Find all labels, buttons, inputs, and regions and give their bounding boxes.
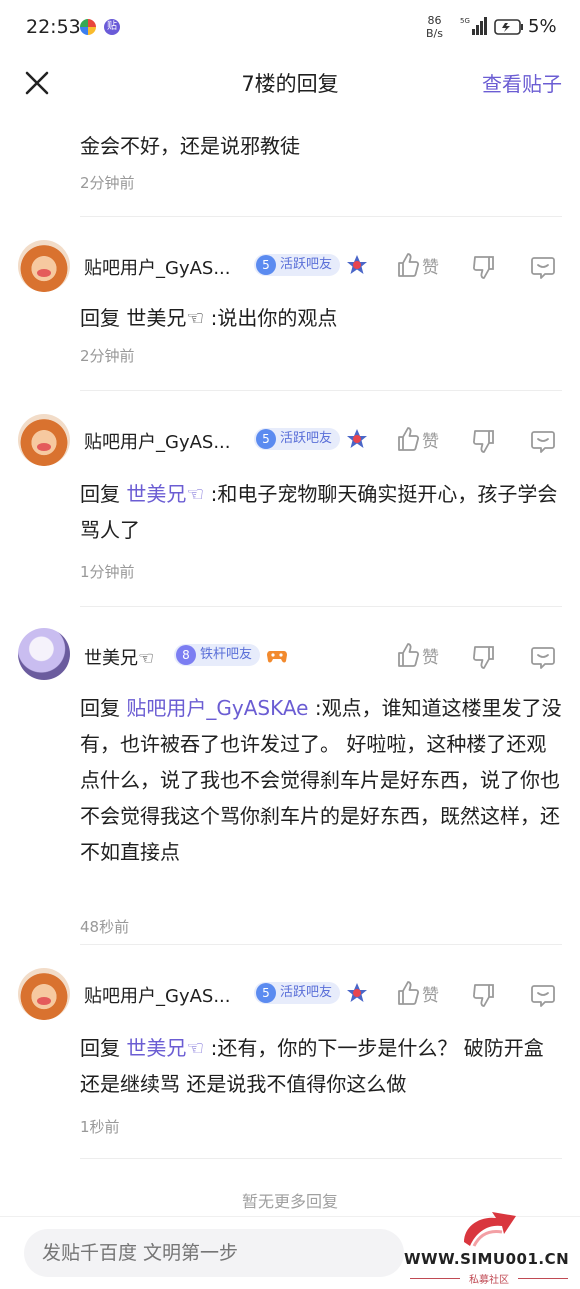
username[interactable]: 贴吧用户_GyAS... [84,428,231,454]
reply-time: 2分钟前 [80,347,135,365]
avatar[interactable] [18,968,70,1020]
reply-to-user[interactable]: 贴吧用户_GyASKAe [126,696,308,720]
comment-icon[interactable] [530,254,556,280]
status-time: 22:53 [26,16,81,38]
thumb-up-icon [398,427,420,451]
level-number: 5 [256,255,276,275]
reply-prefix: 回复 [80,1036,127,1060]
reply-item: 贴吧用户_GyAS... 5 活跃吧友 赞 回复 世美兄☜ :说出你的观点 2分… [0,216,580,381]
header: 7楼的回复 查看贴子 [0,56,580,108]
comment-icon[interactable] [530,428,556,454]
username[interactable]: 贴吧用户_GyAS... [84,254,231,280]
divider [80,390,562,391]
like-button[interactable]: 赞 [396,252,439,278]
avatar[interactable] [18,628,70,680]
level-badge: 5 活跃吧友 [254,428,341,450]
level-badge: 5 活跃吧友 [254,982,341,1004]
status-bar: 22:53 贴 86 B/s 5G 5% [0,0,580,56]
reply-time: 48秒前 [80,918,130,936]
level-badge: 5 活跃吧友 [254,254,341,276]
reply-to-user[interactable]: 世美兄☜ [126,482,204,506]
reply-time: 1分钟前 [80,563,135,581]
username[interactable]: 贴吧用户_GyAS... [84,982,231,1008]
reply-body: 回复 贴吧用户_GyASKAe :观点，谁知道这楼里发了没有，也许被吞了也许发过… [80,690,562,870]
battery-level: 5% [528,16,557,37]
username[interactable]: 世美兄☜ [84,644,154,670]
divider [80,1158,562,1159]
reply-item: 世美兄☜ 8 铁杆吧友 赞 回复 贴吧用户_GyASKAe :观点，谁知道这楼里… [0,606,580,958]
reply-body: 回复 世美兄☜ :和电子宠物聊天确实挺开心，孩子学会骂人了 [80,476,562,548]
reply-text: :观点，谁知道这楼里发了没有，也许被吞了也许发过了。 好啦啦，这种楼了还观点什么… [80,696,562,864]
reply-prefix: 回复 [80,306,127,330]
reply-prefix: 回复 [80,696,127,720]
comment-icon[interactable] [530,982,556,1008]
level-number: 8 [176,645,196,665]
battery-icon [494,19,523,35]
reply-prefix: 回复 [80,482,127,506]
level-number: 5 [256,983,276,1003]
network-speed: 86 B/s [426,14,443,40]
medal-icon [347,429,367,448]
medal-icon [347,983,367,1002]
signal-icon: 5G [460,17,487,35]
level-title: 活跃吧友 [280,985,333,1000]
thumb-down-icon[interactable] [472,254,496,280]
like-button[interactable]: 赞 [396,980,439,1006]
reply-body: 回复 世美兄☜ :说出你的观点 [80,300,562,336]
reply-text: :说出你的观点 [204,306,338,330]
thumb-down-icon[interactable] [472,428,496,454]
reply-item: 贴吧用户_GyAS... 5 活跃吧友 赞 回复 世美兄☜ :和电子宠物聊天确实… [0,390,580,605]
avatar[interactable] [18,414,70,466]
level-number: 5 [256,429,276,449]
watermark-subtitle: 私募社区 [404,1271,574,1286]
reply-item: 贴吧用户_GyAS... 5 活跃吧友 赞 回复 世美兄☜ :还有，你的下一步是… [0,944,580,1159]
divider [80,216,562,217]
svg-text:5G: 5G [460,17,470,25]
reply-to-user[interactable]: 世美兄☜ [126,306,204,330]
divider [80,606,562,607]
network-speed-value: 86 [427,14,442,27]
thumb-up-icon [398,253,420,277]
level-badge: 8 铁杆吧友 [174,644,261,666]
watermark-site: WWW.SIMU001.CN [404,1250,570,1268]
partial-reply-time: 2分钟前 [80,174,135,192]
level-title: 活跃吧友 [280,431,333,446]
like-button[interactable]: 赞 [396,642,439,668]
view-post-link[interactable]: 查看贴子 [482,68,562,97]
gamepad-icon [267,651,287,663]
comment-icon[interactable] [530,644,556,670]
level-title: 铁杆吧友 [200,647,253,662]
like-label: 赞 [422,985,439,1006]
reply-body: 回复 世美兄☜ :还有，你的下一步是什么？ 破防开盒 还是继续骂 还是说我不值得… [80,1030,562,1102]
avatar[interactable] [18,240,70,292]
like-label: 赞 [422,647,439,668]
network-speed-unit: B/s [426,27,443,40]
thumb-down-icon[interactable] [472,644,496,670]
thumb-up-icon [398,981,420,1005]
medal-icon [347,255,367,274]
partial-reply-text: 金会不好，还是说邪教徒 [80,134,300,158]
browser-app-icon [80,19,96,35]
like-label: 赞 [422,257,439,278]
like-button[interactable]: 赞 [396,426,439,452]
tieba-app-icon: 贴 [104,19,120,35]
like-label: 赞 [422,431,439,452]
thumb-down-icon[interactable] [472,982,496,1008]
thumb-up-icon [398,643,420,667]
reply-to-user[interactable]: 世美兄☜ [126,1036,204,1060]
divider [80,944,562,945]
watermark-logo-icon [464,1212,516,1247]
reply-input[interactable] [24,1229,404,1277]
reply-time: 1秒前 [80,1118,120,1136]
level-title: 活跃吧友 [280,257,333,272]
